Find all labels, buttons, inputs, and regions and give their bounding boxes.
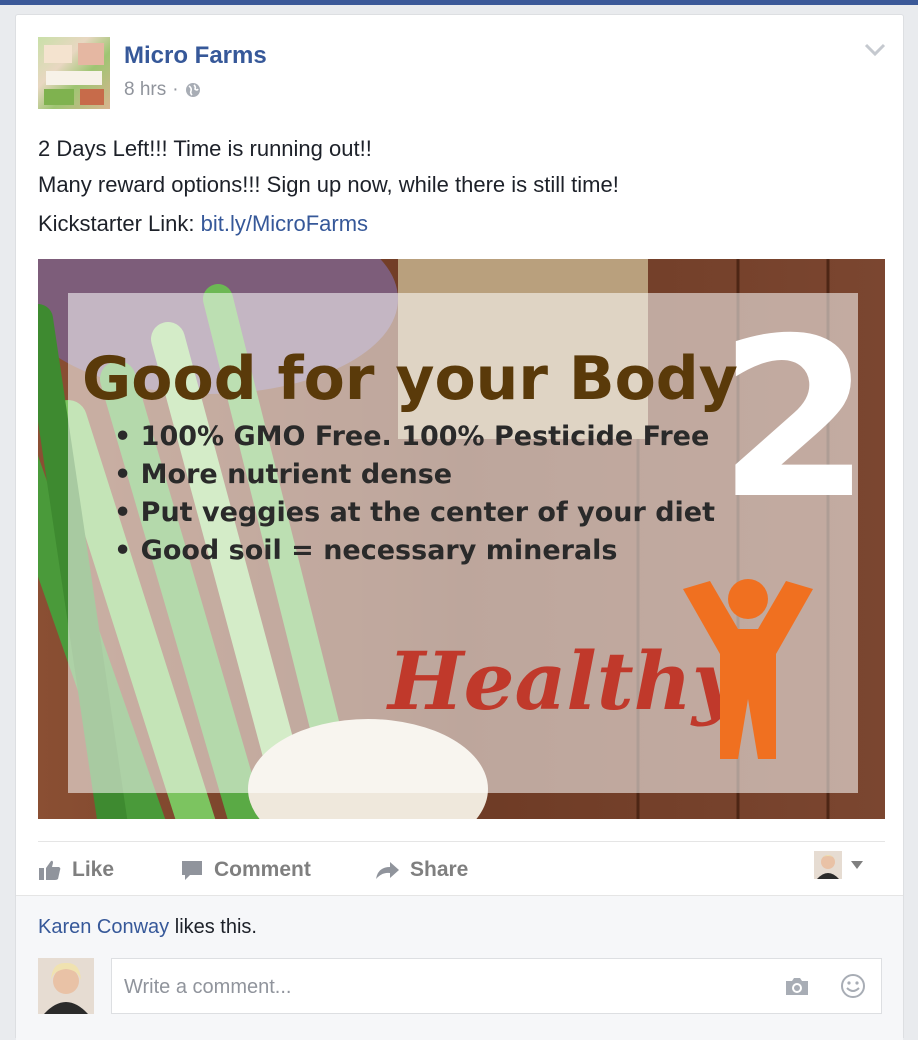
like-button[interactable]: Like — [38, 857, 114, 883]
page-avatar[interactable] — [38, 37, 110, 109]
share-button[interactable]: Share — [374, 857, 468, 883]
liker-name-link[interactable]: Karen Conway — [38, 916, 169, 938]
likes-summary: Karen Conway likes this. — [38, 916, 257, 939]
image-bullet: • 100% GMO Free. 100% Pesticide Free — [114, 421, 709, 452]
user-mini-avatar — [814, 851, 842, 879]
image-bullet: • Good soil = necessary minerals — [114, 535, 618, 566]
globe-icon[interactable] — [185, 82, 201, 98]
meta-separator: · — [172, 79, 179, 100]
thumbs-up-icon — [39, 860, 61, 880]
post-meta: 8 hrs · — [124, 79, 201, 101]
post-text-line: 2 Days Left!!! Time is running out!! — [38, 136, 372, 161]
comment-button[interactable]: Comment — [180, 857, 311, 883]
post-timestamp[interactable]: 8 hrs — [124, 79, 166, 101]
comment-box — [111, 958, 882, 1015]
comment-input[interactable] — [122, 959, 766, 1015]
big-number: 2 — [718, 291, 871, 547]
image-bullet: • Put veggies at the center of your diet — [114, 497, 715, 528]
post-as-selector[interactable] — [814, 851, 864, 879]
post-card: Micro Farms 8 hrs · 2 Days Left!!! Time … — [15, 14, 904, 1040]
caret-down-icon — [851, 861, 863, 869]
link-label: Kickstarter Link: — [38, 211, 201, 236]
like-label: Like — [72, 858, 115, 881]
image-bullet: • More nutrient dense — [114, 459, 452, 490]
chevron-down-icon[interactable] — [864, 43, 886, 57]
post-text-line: Many reward options!!! Sign up now, whil… — [38, 172, 619, 197]
top-bar — [0, 0, 918, 5]
emoji-icon[interactable] — [840, 973, 866, 999]
likes-suffix: likes this. — [169, 916, 257, 938]
share-arrow-icon — [376, 862, 399, 879]
post-footer: Karen Conway likes this. — [16, 895, 903, 1040]
post-link-line: Kickstarter Link: bit.ly/MicroFarms — [38, 211, 368, 237]
page-name-link[interactable]: Micro Farms — [124, 42, 267, 70]
camera-icon[interactable] — [784, 975, 810, 997]
post-message: 2 Days Left!!! Time is running out!! Man… — [38, 131, 619, 203]
healthy-script: Healthy — [386, 634, 744, 728]
share-label: Share — [410, 858, 469, 881]
kickstarter-link[interactable]: bit.ly/MicroFarms — [201, 211, 368, 236]
user-avatar[interactable] — [38, 958, 94, 1014]
comment-label: Comment — [214, 858, 311, 881]
post-image-graphic: 2 Good for your Body • 100% GMO Free. 10… — [38, 259, 885, 819]
image-title: Good for your Body — [82, 344, 738, 414]
post-image[interactable]: 2 Good for your Body • 100% GMO Free. 10… — [38, 259, 885, 819]
comment-icon — [182, 861, 202, 880]
actions-divider — [38, 841, 885, 842]
